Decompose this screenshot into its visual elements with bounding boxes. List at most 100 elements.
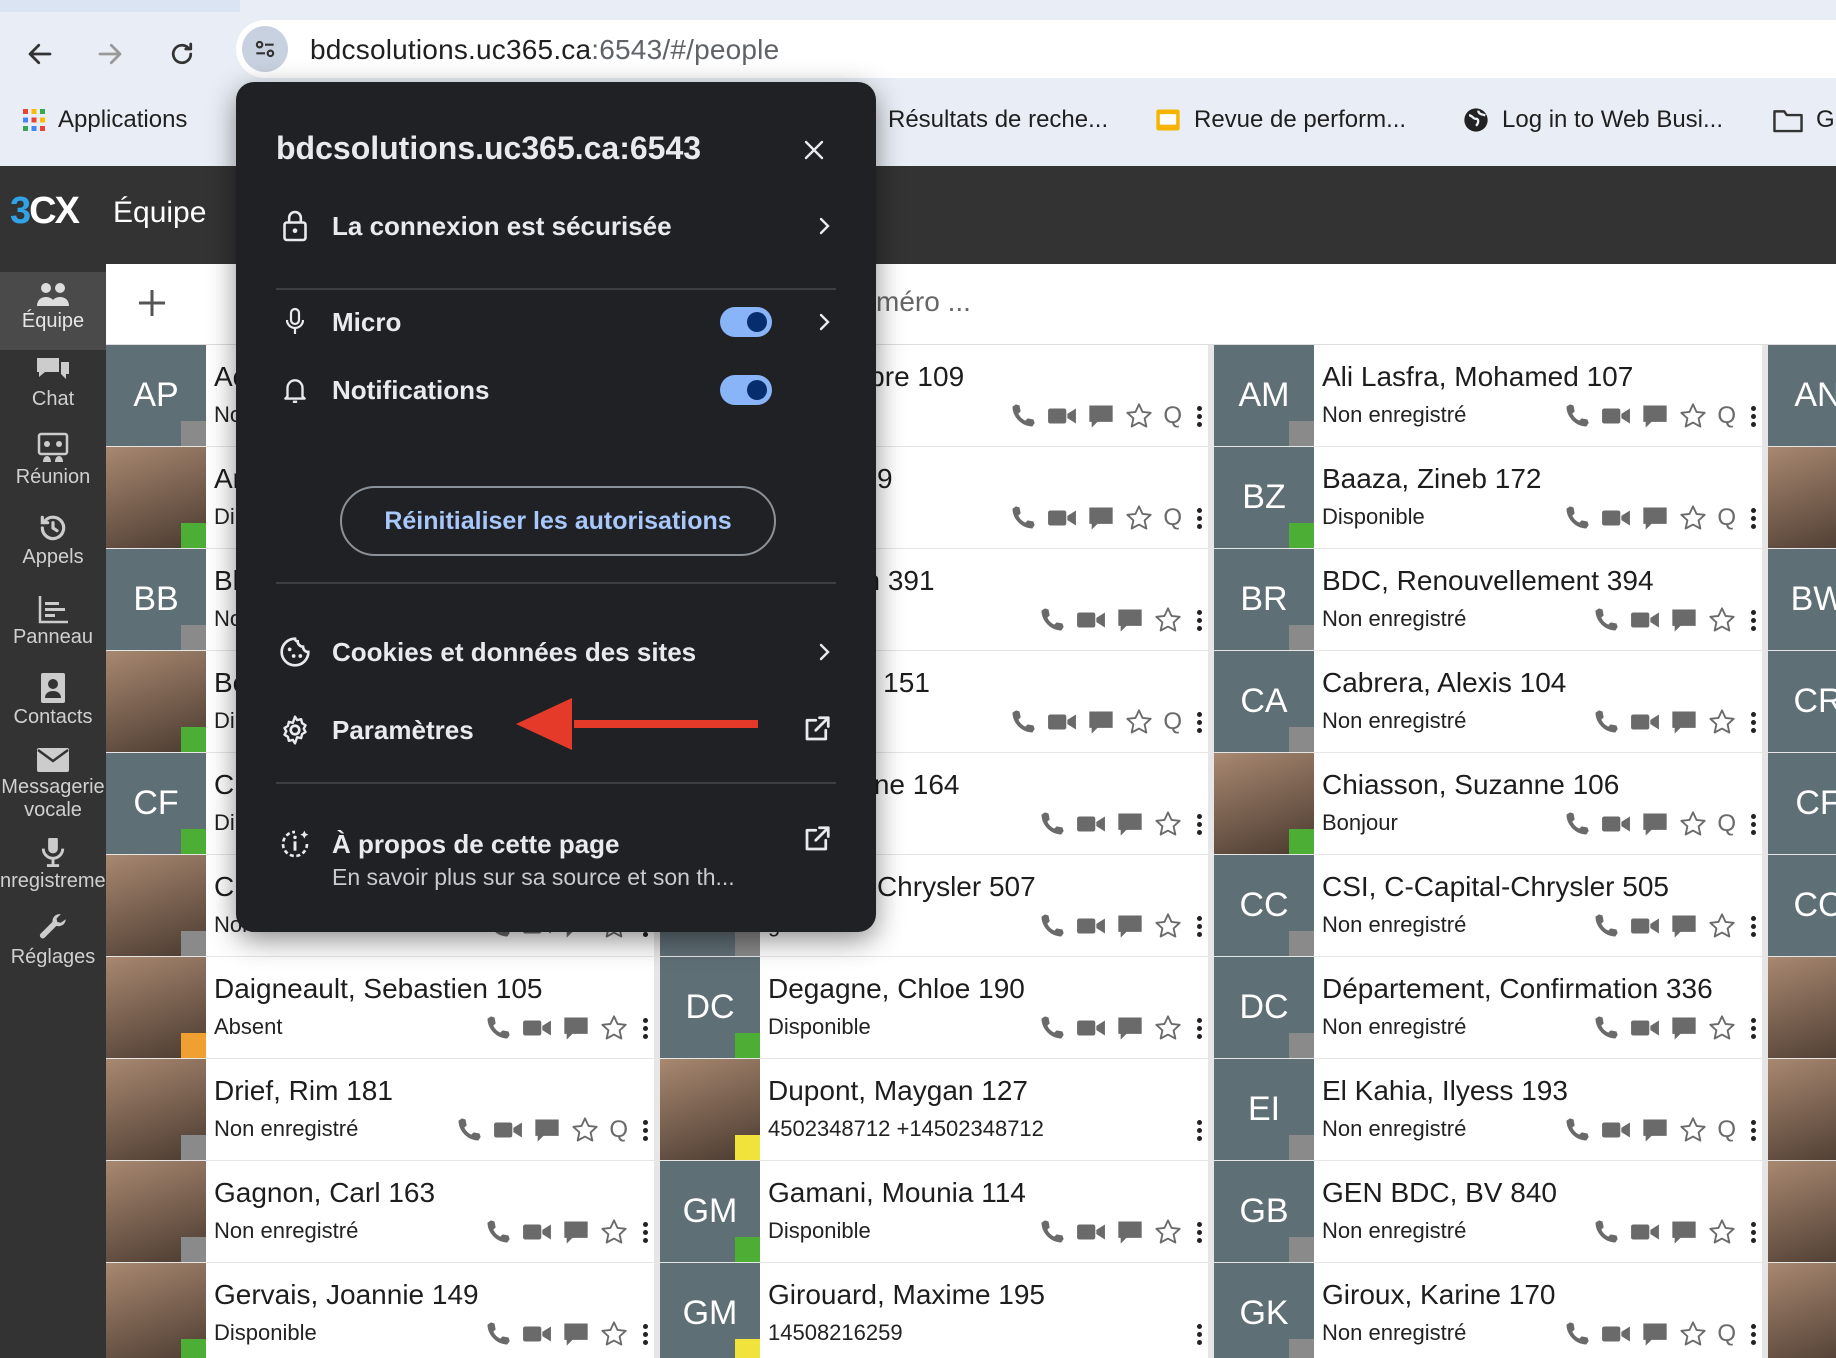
address-bar[interactable]: bdcsolutions.uc365.ca:6543/#/people: [236, 20, 1836, 78]
sidebar-item-equipe[interactable]: Équipe: [0, 272, 106, 350]
more-options-icon[interactable]: [1750, 1119, 1756, 1141]
reset-permissions-button[interactable]: Réinitialiser les autorisations: [340, 486, 776, 556]
phone-icon[interactable]: [1563, 1320, 1591, 1348]
sidebar-item-contacts[interactable]: Contacts: [0, 673, 106, 729]
phone-icon[interactable]: [1038, 912, 1066, 940]
contact-card[interactable]: Chiasson, Suzanne 106 Bonjour Q: [1214, 753, 1762, 854]
more-options-icon[interactable]: [1196, 813, 1202, 835]
search-input[interactable]: méro ...: [876, 286, 971, 318]
star-icon[interactable]: [600, 1014, 628, 1042]
bookmark-folder[interactable]: G: [1772, 106, 1835, 134]
chat-bubble-icon[interactable]: [1641, 1117, 1669, 1143]
chat-bubble-icon[interactable]: [1087, 709, 1115, 735]
star-icon[interactable]: [1154, 606, 1182, 634]
star-icon[interactable]: [1679, 1116, 1707, 1144]
video-icon[interactable]: [522, 1322, 552, 1346]
chevron-right-icon[interactable]: [812, 308, 836, 336]
phone-icon[interactable]: [1038, 1014, 1066, 1042]
more-options-icon[interactable]: [1750, 507, 1756, 529]
star-icon[interactable]: [1125, 504, 1153, 532]
star-icon[interactable]: [600, 1320, 628, 1348]
more-options-icon[interactable]: [1750, 609, 1756, 631]
phone-icon[interactable]: [1592, 606, 1620, 634]
contact-card[interactable]: BZ Baaza, Zineb 172 Disponible Q: [1214, 447, 1762, 548]
sidebar-item-appels[interactable]: Appels: [0, 514, 106, 569]
video-icon[interactable]: [1630, 608, 1660, 632]
star-icon[interactable]: [1125, 708, 1153, 736]
star-icon[interactable]: [1708, 1014, 1736, 1042]
more-options-icon[interactable]: [642, 1221, 648, 1243]
video-icon[interactable]: [1047, 710, 1077, 734]
video-icon[interactable]: [1076, 914, 1106, 938]
phone-icon[interactable]: [484, 1320, 512, 1348]
star-icon[interactable]: [1679, 402, 1707, 430]
more-options-icon[interactable]: [1196, 609, 1202, 631]
star-icon[interactable]: [1679, 810, 1707, 838]
contact-card[interactable]: GK Giroux, Karine 170 Non enregistré Q: [1214, 1263, 1762, 1358]
star-icon[interactable]: [571, 1116, 599, 1144]
more-options-icon[interactable]: [1196, 915, 1202, 937]
video-icon[interactable]: [1076, 1220, 1106, 1244]
queue-icon[interactable]: Q: [1163, 708, 1182, 736]
more-options-icon[interactable]: [1750, 1221, 1756, 1243]
phone-icon[interactable]: [1009, 504, 1037, 532]
chat-bubble-icon[interactable]: [1670, 709, 1698, 735]
micro-toggle[interactable]: [720, 307, 772, 337]
phone-icon[interactable]: [1592, 708, 1620, 736]
video-icon[interactable]: [522, 1016, 552, 1040]
queue-icon[interactable]: Q: [1717, 402, 1736, 430]
chat-bubble-icon[interactable]: [1670, 1015, 1698, 1041]
phone-icon[interactable]: [455, 1116, 483, 1144]
star-icon[interactable]: [1154, 1218, 1182, 1246]
queue-icon[interactable]: Q: [1717, 1320, 1736, 1348]
phone-icon[interactable]: [1038, 606, 1066, 634]
queue-icon[interactable]: Q: [1717, 1116, 1736, 1144]
video-icon[interactable]: [493, 1118, 523, 1142]
contact-card[interactable]: [1768, 957, 1836, 1058]
phone-icon[interactable]: [1563, 402, 1591, 430]
video-icon[interactable]: [1076, 608, 1106, 632]
video-icon[interactable]: [1076, 812, 1106, 836]
video-icon[interactable]: [1630, 1220, 1660, 1244]
queue-icon[interactable]: Q: [1163, 504, 1182, 532]
chat-bubble-icon[interactable]: [1670, 1219, 1698, 1245]
video-icon[interactable]: [1601, 1322, 1631, 1346]
phone-icon[interactable]: [1009, 708, 1037, 736]
chat-bubble-icon[interactable]: [1641, 505, 1669, 531]
contact-card[interactable]: CA Cabrera, Alexis 104 Non enregistré: [1214, 651, 1762, 752]
contact-card[interactable]: [1768, 1059, 1836, 1160]
more-options-icon[interactable]: [1750, 915, 1756, 937]
more-options-icon[interactable]: [1750, 813, 1756, 835]
avatar[interactable]: CR: [1768, 651, 1836, 752]
video-icon[interactable]: [522, 1220, 552, 1244]
video-icon[interactable]: [1601, 506, 1631, 530]
notifications-toggle[interactable]: [720, 375, 772, 405]
more-options-icon[interactable]: [1196, 1323, 1202, 1345]
avatar[interactable]: [1768, 447, 1836, 548]
contact-card[interactable]: Dupont, Maygan 127 4502348712 +1450234871…: [660, 1059, 1208, 1160]
contact-card[interactable]: DC Département, Confirmation 336 Non enreg…: [1214, 957, 1762, 1058]
avatar[interactable]: AN: [1768, 345, 1836, 446]
star-icon[interactable]: [1154, 912, 1182, 940]
star-icon[interactable]: [1125, 402, 1153, 430]
more-options-icon[interactable]: [1750, 1323, 1756, 1345]
video-icon[interactable]: [1076, 1016, 1106, 1040]
chat-bubble-icon[interactable]: [1116, 607, 1144, 633]
queue-icon[interactable]: Q: [1717, 810, 1736, 838]
contact-card[interactable]: Gagnon, Carl 163 Non enregistré: [106, 1161, 654, 1262]
star-icon[interactable]: [1708, 606, 1736, 634]
chat-bubble-icon[interactable]: [1641, 811, 1669, 837]
queue-icon[interactable]: Q: [1163, 402, 1182, 430]
star-icon[interactable]: [1708, 912, 1736, 940]
phone-icon[interactable]: [1592, 1218, 1620, 1246]
bookmark-log-in[interactable]: Log in to Web Busi...: [1462, 106, 1723, 134]
video-icon[interactable]: [1630, 914, 1660, 938]
sidebar-item-reglages[interactable]: Réglages: [0, 914, 106, 969]
phone-icon[interactable]: [1592, 912, 1620, 940]
contact-card[interactable]: CF: [1768, 753, 1836, 854]
contact-card[interactable]: BW: [1768, 549, 1836, 650]
chat-bubble-icon[interactable]: [1087, 505, 1115, 531]
chat-bubble-icon[interactable]: [1670, 913, 1698, 939]
more-options-icon[interactable]: [642, 1119, 648, 1141]
video-icon[interactable]: [1601, 812, 1631, 836]
